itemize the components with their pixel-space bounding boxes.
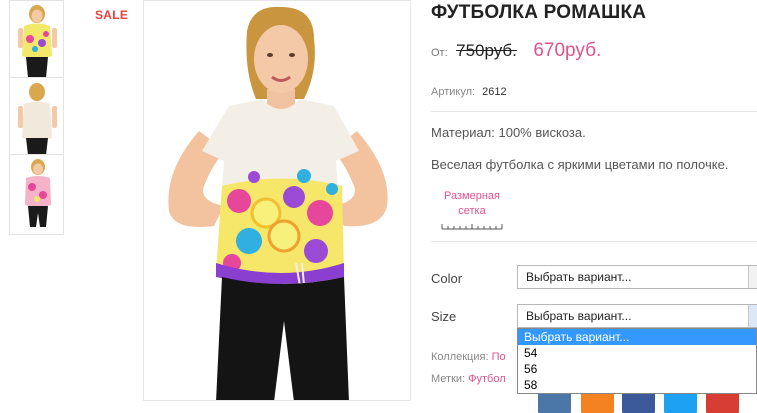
sale-price: 670руб.	[533, 40, 602, 61]
size-dropdown-list[interactable]: Выбрать вариант... 54 56 58	[517, 328, 757, 394]
thumbnail-front[interactable]	[9, 0, 64, 77]
color-select[interactable]: Выбрать вариант...	[517, 265, 757, 289]
size-chart-label-line1: Размерная	[444, 190, 500, 202]
thumbnail-side[interactable]	[9, 154, 64, 235]
old-price: 750руб.	[456, 41, 517, 60]
collection-row: Коллекция: По	[431, 351, 506, 363]
ruler-icon	[441, 224, 503, 230]
sku-value: 2612	[482, 86, 507, 98]
collection-label: Коллекция:	[431, 351, 489, 363]
price-row: От: 750руб. 670руб.	[431, 40, 601, 62]
thumbnail-side-image	[25, 159, 51, 227]
size-option[interactable]: 58	[518, 377, 756, 393]
tags-link[interactable]: Футбол	[468, 373, 506, 385]
material-text: Материал: 100% вискоза.	[431, 125, 586, 140]
price-from-label: От:	[431, 47, 448, 59]
model-wearing-tshirt-image	[168, 6, 388, 400]
size-option[interactable]: 56	[518, 361, 756, 377]
tags-label: Метки:	[431, 373, 466, 385]
product-title: ФУТБОЛКА РОМАШКА	[431, 2, 647, 23]
size-option[interactable]: 54	[518, 345, 756, 361]
collection-link[interactable]: По	[492, 351, 506, 363]
chevron-down-icon[interactable]	[748, 266, 757, 288]
thumbnail-gallery	[9, 0, 64, 235]
thumbnail-back[interactable]	[9, 77, 64, 154]
sku-row: Артикул: 2612	[431, 86, 507, 98]
thumbnail-front-image	[18, 5, 57, 77]
divider	[431, 241, 757, 242]
size-select[interactable]: Выбрать вариант...	[517, 304, 757, 328]
size-option[interactable]: Выбрать вариант...	[518, 329, 756, 345]
size-chart-link[interactable]: Размерная сетка	[437, 189, 507, 230]
chevron-down-icon[interactable]	[748, 305, 757, 327]
sale-badge: SALE	[95, 8, 129, 22]
size-select-value: Выбрать вариант...	[526, 309, 632, 323]
color-option-label: Color	[431, 271, 463, 286]
size-option-label: Size	[431, 309, 457, 324]
sku-label: Артикул:	[431, 86, 476, 98]
color-select-value: Выбрать вариант...	[526, 270, 632, 284]
tags-row: Метки: Футбол	[431, 373, 506, 385]
thumbnail-back-image	[18, 83, 57, 154]
divider	[431, 111, 757, 112]
size-chart-label-line2: сетка	[458, 205, 486, 217]
main-product-image[interactable]	[143, 0, 411, 401]
product-description: Веселая футболка с яркими цветами по пол…	[431, 157, 729, 172]
